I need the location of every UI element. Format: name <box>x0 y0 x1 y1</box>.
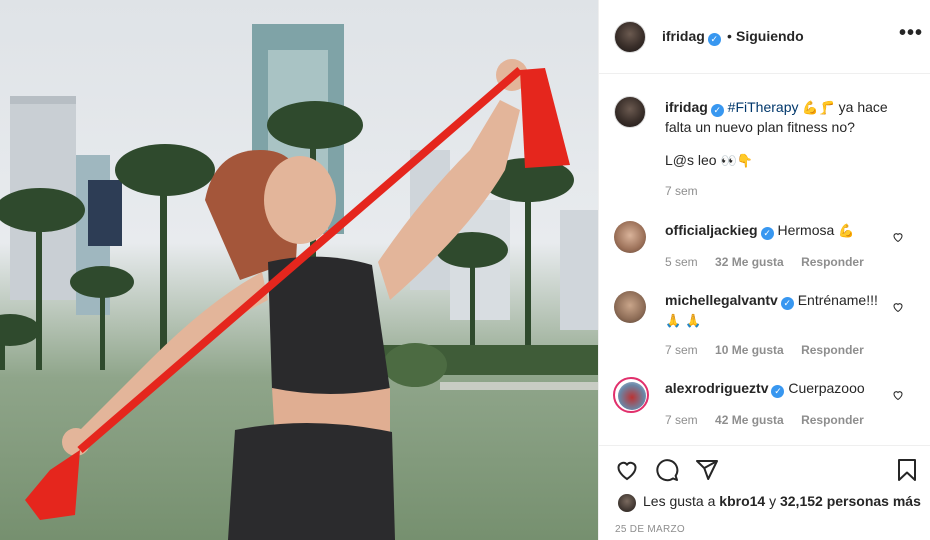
likes-summary: Les gusta a kbro14 y 32,152 personas más <box>643 493 921 509</box>
separator-dot: • <box>727 28 732 44</box>
comment-likes[interactable]: 10 Me gusta <box>715 343 784 357</box>
likes-middle: y <box>769 493 777 509</box>
author-avatar[interactable] <box>614 21 646 53</box>
comment: alexrodrigueztv ✓ Cuerpazooo <box>665 378 895 398</box>
comment-time[interactable]: 5 sem <box>665 255 698 269</box>
actions-divider <box>599 445 930 446</box>
liker-avatar[interactable] <box>618 494 636 512</box>
comment: michellegalvantv ✓ Entréname!!! 🙏 🙏 <box>665 290 895 332</box>
likes-prefix: Les gusta a <box>643 493 716 509</box>
post-date[interactable]: 25 DE MARZO <box>615 524 685 535</box>
comment-heart-icon[interactable] <box>892 301 904 313</box>
comment-reply-button[interactable]: Responder <box>801 413 864 427</box>
comment-username[interactable]: michellegalvantv <box>665 292 778 308</box>
caption-avatar[interactable] <box>614 96 646 128</box>
comment-meta: 7 sem 10 Me gusta Responder <box>665 343 878 357</box>
verified-icon: ✓ <box>710 104 724 117</box>
comment-avatar[interactable] <box>614 291 646 323</box>
comment-heart-icon[interactable] <box>892 231 904 243</box>
caption-text: ifridag ✓ #FiTherapy 💪🦵 ya hace falta un … <box>665 98 905 136</box>
caption-line2: L@s leo 👀👇 <box>665 152 753 169</box>
caption-hashtag[interactable]: #FiTherapy <box>728 99 799 115</box>
author-username[interactable]: ifridag <box>662 28 705 44</box>
comment-time[interactable]: 7 sem <box>665 343 698 357</box>
comment-heart-icon[interactable] <box>892 389 904 401</box>
comment-text: Hermosa <box>777 222 835 238</box>
comment-reply-button[interactable]: Responder <box>801 343 864 357</box>
share-icon[interactable] <box>695 458 719 482</box>
author-username-row: ifridag ✓ <box>662 28 721 46</box>
post-photo-illustration <box>0 24 598 540</box>
comment-emoji: 💪 <box>838 224 855 239</box>
comment: officialjackieg ✓ Hermosa 💪 <box>665 220 895 242</box>
liker-username[interactable]: kbro14 <box>719 493 765 509</box>
caption-time[interactable]: 7 sem <box>665 184 698 198</box>
following-button[interactable]: Siguiendo <box>736 28 804 44</box>
comment-username[interactable]: officialjackieg <box>665 222 758 238</box>
comment-username[interactable]: alexrodrigueztv <box>665 380 768 396</box>
verified-icon: ✓ <box>780 297 794 310</box>
comment-emoji: 🙏 🙏 <box>665 314 702 329</box>
comment-likes[interactable]: 42 Me gusta <box>715 413 784 427</box>
comment-icon[interactable] <box>655 458 679 482</box>
comment-text: Entréname!!! <box>797 292 878 308</box>
header-divider <box>599 73 930 74</box>
verified-icon: ✓ <box>707 33 721 46</box>
comment-likes[interactable]: 32 Me gusta <box>715 255 784 269</box>
caption-emojis: 💪🦵 <box>802 101 835 116</box>
comment-text: Cuerpazooo <box>788 380 865 396</box>
caption-line2-emojis: 👀👇 <box>720 154 753 169</box>
comment-time[interactable]: 7 sem <box>665 413 698 427</box>
post-detail-panel: ifridag ✓ • Siguiendo ••• ifridag ✓ #FiThe… <box>598 0 930 540</box>
bookmark-icon[interactable] <box>895 458 919 482</box>
post-photo[interactable] <box>0 0 598 540</box>
verified-icon: ✓ <box>760 227 774 240</box>
comment-avatar[interactable] <box>614 221 646 253</box>
comment-avatar[interactable] <box>613 377 649 413</box>
verified-icon: ✓ <box>771 385 785 398</box>
caption-line2-text: L@s leo <box>665 152 717 168</box>
caption-username[interactable]: ifridag <box>665 99 708 115</box>
heart-icon[interactable] <box>615 458 639 482</box>
likes-count[interactable]: 32,152 personas más <box>780 493 921 509</box>
comment-meta: 7 sem 42 Me gusta Responder <box>665 413 878 427</box>
comment-reply-button[interactable]: Responder <box>801 255 864 269</box>
comment-meta: 5 sem 32 Me gusta Responder <box>665 255 878 269</box>
more-options-icon[interactable]: ••• <box>899 22 923 45</box>
